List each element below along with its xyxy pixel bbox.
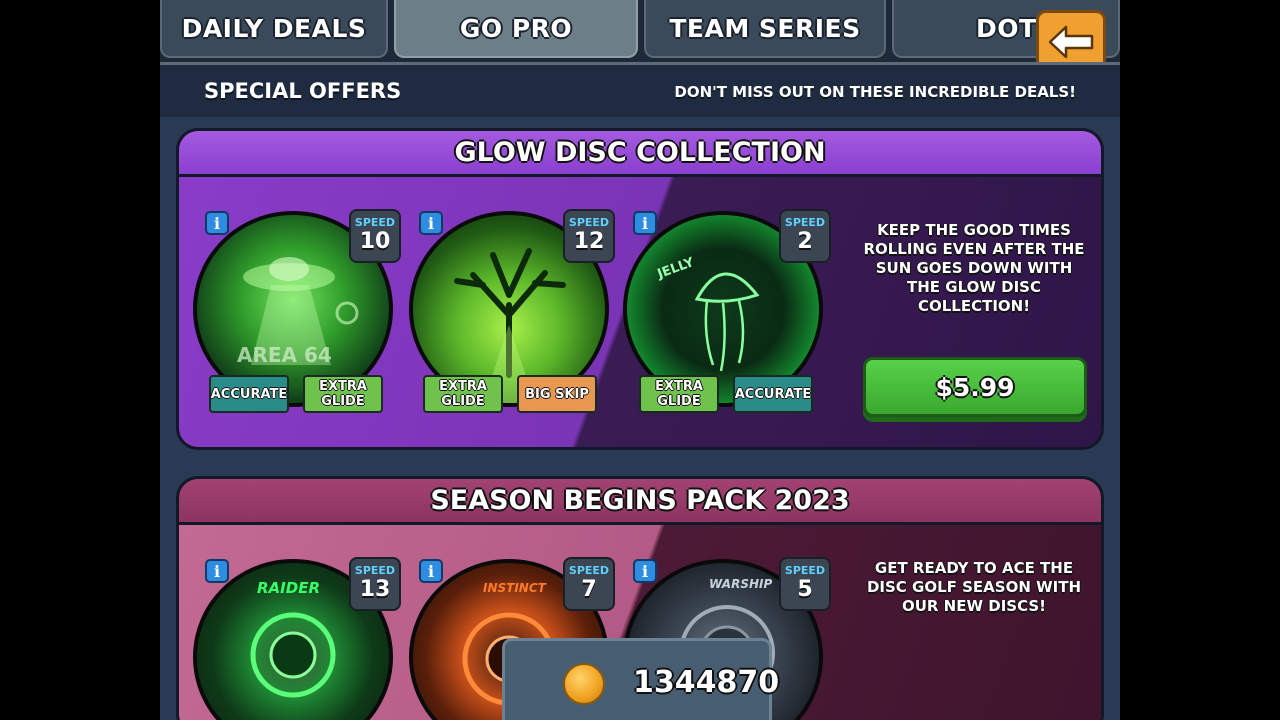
speed-value: 5	[797, 577, 813, 602]
speed-badge: SPEED 10	[349, 209, 401, 263]
info-icon[interactable]: i	[419, 211, 443, 235]
speed-badge: SPEED 2	[779, 209, 831, 263]
info-icon[interactable]: i	[205, 559, 229, 583]
speed-label: SPEED	[568, 216, 610, 229]
disc-label: INSTINCT	[483, 581, 546, 595]
speed-label: SPEED	[568, 564, 610, 577]
disc-label: AREA 64	[237, 343, 332, 367]
speed-label: SPEED	[354, 216, 396, 229]
buy-price-button[interactable]: $5.99	[863, 357, 1087, 417]
info-icon[interactable]: i	[633, 211, 657, 235]
speed-label: SPEED	[784, 216, 826, 229]
speed-badge: SPEED 12	[563, 209, 615, 263]
offer-description: KEEP THE GOOD TIMES ROLLING EVEN AFTER T…	[863, 221, 1085, 315]
tab-team-series[interactable]: TEAM SERIES	[644, 0, 886, 58]
speed-value: 2	[797, 229, 813, 254]
coin-icon	[563, 663, 605, 705]
back-arrow-icon	[1048, 25, 1094, 59]
coin-balance: 1344870	[502, 638, 779, 720]
offer-title: SEASON BEGINS PACK 2023	[179, 479, 1101, 525]
tab-daily-deals[interactable]: DAILY DEALS	[160, 0, 388, 58]
section-subtitle: DON'T MISS OUT ON THESE INCREDIBLE DEALS…	[674, 83, 1076, 101]
info-icon[interactable]: i	[419, 559, 443, 583]
tab-bar: DAILY DEALS GO PRO TEAM SERIES DOTV	[160, 0, 1120, 62]
tag-accurate: ACCURATE	[209, 375, 289, 413]
offer-body: AREA 64 i SPEED 10 ACCURATE EXTRA GLIDE …	[179, 177, 1101, 447]
speed-badge: SPEED 5	[779, 557, 831, 611]
disc-label: RAIDER	[257, 579, 320, 597]
tab-go-pro[interactable]: GO PRO	[394, 0, 638, 58]
speed-value: 13	[359, 577, 391, 602]
section-title: SPECIAL OFFERS	[204, 79, 402, 103]
offer-title: GLOW DISC COLLECTION	[179, 131, 1101, 177]
speed-badge: SPEED 13	[349, 557, 401, 611]
speed-label: SPEED	[784, 564, 826, 577]
speed-label: SPEED	[354, 564, 396, 577]
tag-extra-glide: EXTRA GLIDE	[303, 375, 383, 413]
tag-accurate: ACCURATE	[733, 375, 813, 413]
info-icon[interactable]: i	[205, 211, 229, 235]
speed-value: 7	[581, 577, 597, 602]
speed-badge: SPEED 7	[563, 557, 615, 611]
info-icon[interactable]: i	[633, 559, 657, 583]
disc-label: WARSHIP	[709, 577, 773, 591]
offer-description: GET READY TO ACE THE DISC GOLF SEASON WI…	[866, 559, 1082, 615]
coin-amount: 1344870	[633, 665, 780, 700]
special-offers-header: SPECIAL OFFERS DON'T MISS OUT ON THESE I…	[160, 62, 1120, 117]
speed-value: 12	[573, 229, 605, 254]
offer-panel-glow-disc-collection: GLOW DISC COLLECTION AREA 64 i SPEED 10 …	[176, 128, 1104, 450]
game-shop-screen: DAILY DEALS GO PRO TEAM SERIES DOTV SPEC…	[160, 0, 1120, 720]
tag-extra-glide: EXTRA GLIDE	[639, 375, 719, 413]
tag-extra-glide: EXTRA GLIDE	[423, 375, 503, 413]
speed-value: 10	[359, 229, 391, 254]
tag-big-skip: BIG SKIP	[517, 375, 597, 413]
